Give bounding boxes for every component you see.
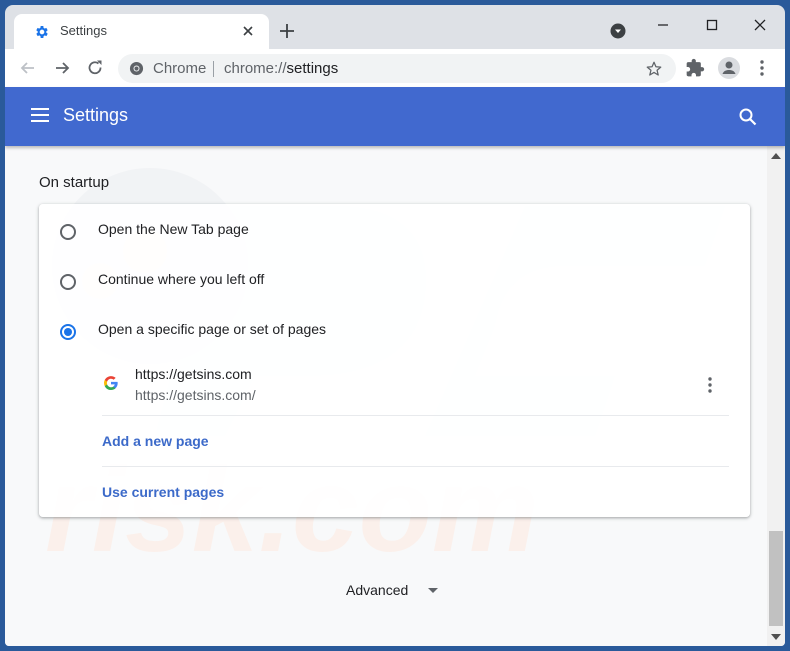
url-scheme: chrome://: [224, 60, 287, 77]
radio-specific-pages[interactable]: [60, 324, 76, 340]
reload-icon[interactable]: [85, 58, 105, 78]
add-new-page-link[interactable]: Add a new page: [102, 433, 209, 449]
forward-icon[interactable]: [52, 58, 72, 78]
chip-separator: [213, 61, 214, 77]
scroll-up-arrow-icon[interactable]: [771, 152, 781, 160]
on-startup-card: Open the New Tab page Continue where you…: [39, 204, 750, 517]
chrome-menu-icon[interactable]: [752, 58, 772, 78]
advanced-button[interactable]: Advanced: [346, 582, 408, 598]
add-page-row: Add a new page: [102, 416, 729, 467]
radio-continue[interactable]: [60, 274, 76, 290]
section-title-on-startup: On startup: [39, 174, 110, 191]
tab-title: Settings: [60, 23, 107, 38]
close-tab-icon[interactable]: [240, 23, 256, 39]
scrollbar-thumb[interactable]: [769, 531, 783, 626]
radio-label: Open the New Tab page: [98, 221, 249, 237]
use-current-row: Use current pages: [102, 467, 729, 517]
tab-strip: Settings: [5, 5, 785, 49]
vertical-scrollbar[interactable]: [767, 146, 785, 646]
new-tab-icon[interactable]: [277, 21, 297, 41]
browser-window: Settings Chrome chrome://settings Settin…: [5, 5, 785, 646]
tab-settings[interactable]: Settings: [14, 14, 269, 49]
search-icon[interactable]: [738, 107, 758, 127]
caret-down-icon[interactable]: [427, 586, 439, 596]
startup-option-continue[interactable]: Continue where you left off: [39, 262, 750, 302]
browser-toolbar: Chrome chrome://settings: [5, 49, 785, 87]
bookmark-star-icon[interactable]: [645, 60, 663, 78]
google-favicon-icon: [104, 376, 118, 390]
settings-header: Settings: [5, 87, 785, 146]
startup-page-url: https://getsins.com/: [135, 387, 256, 403]
close-window-icon[interactable]: [748, 13, 772, 37]
more-actions-icon[interactable]: [702, 375, 718, 395]
url-host: settings: [286, 60, 339, 77]
startup-option-specific-pages[interactable]: Open a specific page or set of pages: [39, 312, 750, 352]
extensions-puzzle-icon[interactable]: [685, 58, 705, 78]
minimize-icon[interactable]: [651, 13, 675, 37]
settings-content: risk.com On startup Open the New Tab pag…: [5, 146, 767, 646]
use-current-pages-link[interactable]: Use current pages: [102, 484, 224, 500]
tab-search-dropdown-icon[interactable]: [610, 23, 626, 39]
hamburger-menu-icon[interactable]: [31, 108, 49, 122]
radio-label: Open a specific page or set of pages: [98, 321, 327, 337]
url-text[interactable]: chrome://settings: [224, 60, 338, 77]
chrome-logo-icon: [129, 61, 144, 76]
profile-avatar-icon[interactable]: [718, 57, 740, 79]
page-title: Settings: [63, 105, 129, 125]
radio-new-tab[interactable]: [60, 224, 76, 240]
scroll-down-arrow-icon[interactable]: [771, 633, 781, 641]
startup-option-new-tab[interactable]: Open the New Tab page: [39, 212, 750, 252]
site-chip: Chrome: [153, 60, 207, 77]
back-icon[interactable]: [18, 58, 38, 78]
maximize-icon[interactable]: [700, 13, 724, 37]
gear-icon: [36, 26, 48, 38]
radio-label: Continue where you left off: [98, 271, 265, 287]
startup-page-name: https://getsins.com: [135, 366, 252, 382]
address-bar[interactable]: Chrome chrome://settings: [118, 54, 676, 83]
startup-page-item: https://getsins.com https://getsins.com/: [102, 359, 729, 416]
